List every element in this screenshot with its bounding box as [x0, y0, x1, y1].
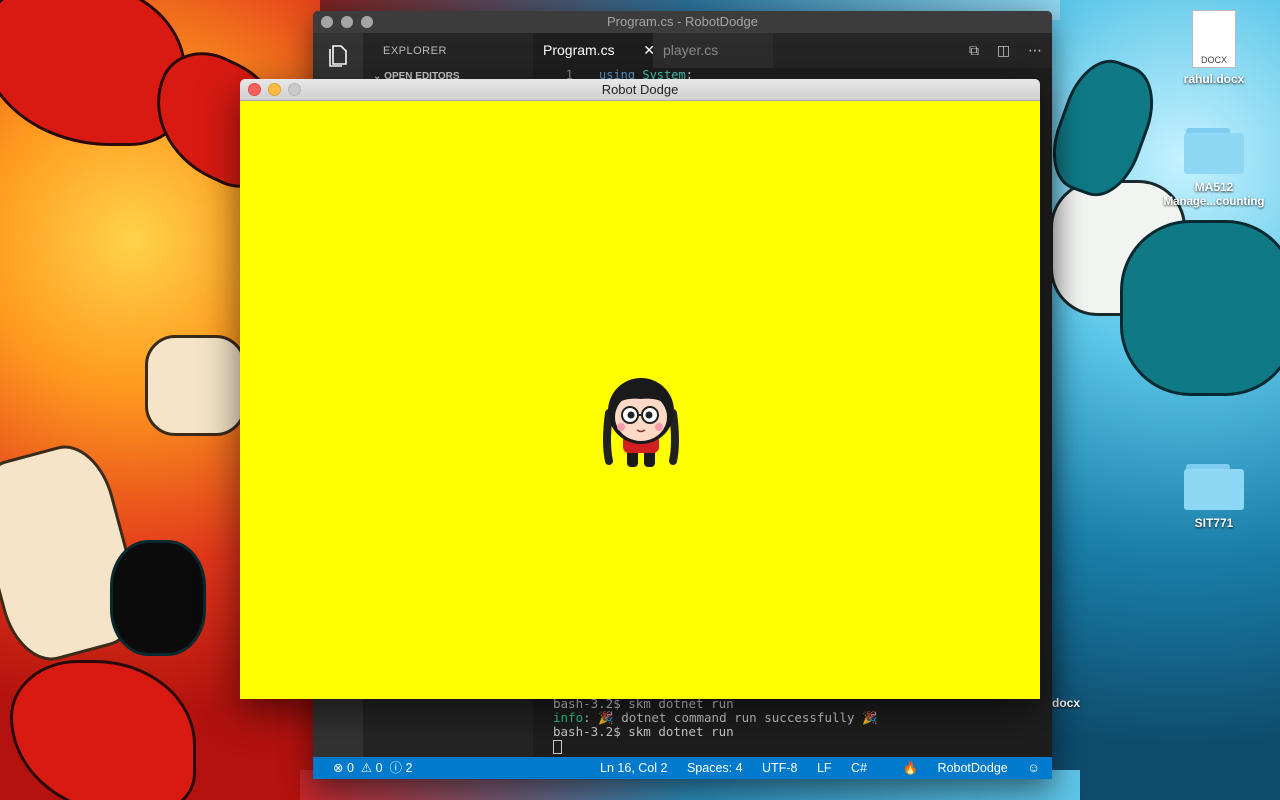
status-bar: ⊗ 0 ⚠ 0 ⓘ 2 Ln 16, Col 2 Spaces: 4 UTF-8…: [313, 757, 1052, 779]
desktop-icon-label: MA512: [1194, 180, 1234, 194]
player-girl-sprite: [603, 378, 679, 467]
game-titlebar: Robot Dodge: [240, 79, 1040, 101]
terminal-line: bash-3.2$ skm dotnet run: [553, 696, 734, 711]
zoom-button[interactable]: [361, 16, 373, 28]
desktop-icon-ma512-folder[interactable]: MA512 Manage...counting: [1159, 128, 1269, 208]
terminal-cursor: [553, 739, 1052, 754]
desktop-icon-partial-label[interactable]: docx: [1052, 696, 1080, 710]
split-editor-icon[interactable]: ◫: [997, 42, 1010, 58]
editor-actions: ⧉ ◫ ⋯: [955, 33, 1042, 68]
editor-tab-bar: Program.cs ✕ player.cs ⧉ ◫ ⋯: [533, 33, 1052, 68]
desktop-icon-sit771-folder[interactable]: SIT771: [1159, 464, 1269, 530]
vscode-window-title: Program.cs - RobotDodge: [606, 14, 758, 29]
folder-icon: [1184, 464, 1244, 510]
warning-icon: ⚠: [360, 761, 373, 775]
info-icon: ⓘ: [389, 761, 402, 775]
wallpaper-suit-shape: [1120, 220, 1280, 396]
game-canvas[interactable]: [240, 101, 1040, 699]
error-icon: ⊗: [333, 761, 344, 775]
zoom-button[interactable]: [288, 83, 301, 96]
cursor-position[interactable]: Ln 16, Col 2: [600, 761, 667, 775]
terminal-line: bash-3.2$ skm dotnet run: [553, 724, 734, 739]
minimize-button[interactable]: [341, 16, 353, 28]
problems-indicator[interactable]: ⊗ 0 ⚠ 0 ⓘ 2: [333, 757, 412, 779]
wallpaper-wristband-shape: [110, 540, 206, 656]
status-right-items: Ln 16, Col 2 Spaces: 4 UTF-8 LF C# 🔥 Rob…: [584, 757, 1040, 779]
more-actions-icon[interactable]: ⋯: [1028, 42, 1042, 58]
integrated-terminal[interactable]: bash-3.2$ skm dotnet run info: 🎉 dotnet …: [533, 697, 1052, 757]
project-selector[interactable]: 🔥 RobotDodge: [886, 761, 1007, 775]
game-window-title: Robot Dodge: [601, 82, 679, 97]
language-mode[interactable]: C#: [851, 761, 867, 775]
desktop-icon-label: SIT771: [1194, 516, 1234, 530]
tab-program-cs[interactable]: Program.cs ✕: [533, 33, 663, 68]
open-changes-icon[interactable]: ⧉: [969, 42, 979, 58]
desktop-icon-rahul-docx[interactable]: DOCX rahul.docx: [1159, 10, 1269, 86]
minimize-button[interactable]: [268, 83, 281, 96]
feedback-smiley-icon[interactable]: ☺: [1027, 761, 1040, 775]
encoding-setting[interactable]: UTF-8: [762, 761, 797, 775]
desktop-icon-label: Manage...counting: [1163, 196, 1265, 208]
wallpaper-fist-shape: [145, 335, 246, 436]
close-button[interactable]: [321, 16, 333, 28]
indentation-setting[interactable]: Spaces: 4: [687, 761, 743, 775]
explorer-title: EXPLORER: [383, 45, 447, 57]
terminal-line: info: 🎉 dotnet command run successfully …: [553, 710, 878, 725]
explorer-files-icon[interactable]: [327, 43, 349, 67]
flame-icon: 🔥: [902, 761, 919, 775]
desktop-icon-label: rahul.docx: [1183, 72, 1245, 86]
tab-player-cs[interactable]: player.cs: [653, 33, 773, 68]
eol-setting[interactable]: LF: [817, 761, 832, 775]
vscode-titlebar: Program.cs - RobotDodge: [313, 11, 1052, 33]
close-button[interactable]: [248, 83, 261, 96]
folder-icon: [1184, 128, 1244, 174]
robot-dodge-window: Robot Dodge: [240, 79, 1040, 699]
docx-file-icon: DOCX: [1192, 10, 1236, 68]
